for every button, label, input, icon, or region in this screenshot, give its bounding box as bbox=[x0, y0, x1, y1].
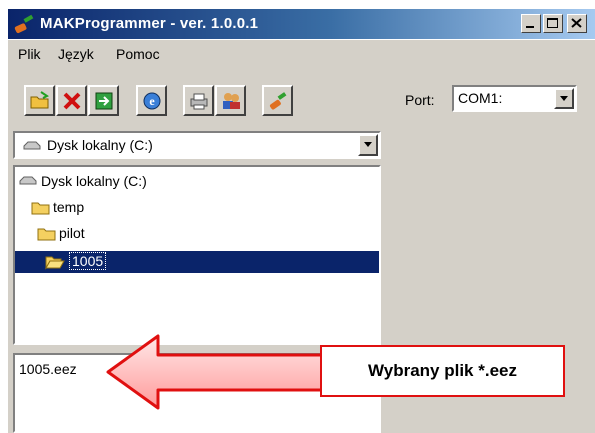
drive-icon bbox=[19, 176, 37, 185]
menu-pomoc[interactable]: Pomoc bbox=[116, 46, 160, 62]
open-folder-icon bbox=[30, 91, 49, 109]
port-value: COM1: bbox=[458, 90, 503, 106]
file-item[interactable]: 1005.eez bbox=[19, 361, 77, 377]
app-logo-icon bbox=[14, 14, 34, 34]
print-icon bbox=[190, 93, 208, 110]
folder-open-icon bbox=[45, 256, 65, 270]
title-bar[interactable]: MAKProgrammer - ver. 1.0.0.1 bbox=[8, 9, 595, 39]
tree-item-label: temp bbox=[53, 199, 85, 215]
annotation-text: Wybrany plik *.eez bbox=[368, 361, 517, 380]
ie-globe-icon: e bbox=[143, 92, 161, 110]
print-button[interactable] bbox=[183, 85, 214, 116]
menu-jezyk[interactable]: Język bbox=[58, 46, 94, 62]
tree-item-label: Dysk lokalny (C:) bbox=[41, 173, 147, 189]
port-select[interactable]: COM1: bbox=[452, 85, 577, 112]
tree-item-1005[interactable]: 1005 bbox=[15, 251, 379, 273]
drive-select[interactable]: Dysk lokalny (C:) bbox=[13, 131, 381, 159]
drive-value: Dysk lokalny (C:) bbox=[47, 137, 153, 153]
drive-dropdown-button[interactable] bbox=[358, 134, 378, 156]
svg-text:e: e bbox=[149, 94, 155, 108]
write-button[interactable] bbox=[262, 85, 293, 116]
folder-icon bbox=[37, 228, 56, 241]
drive-icon bbox=[23, 141, 41, 150]
chevron-down-icon bbox=[364, 142, 372, 147]
minimize-button[interactable] bbox=[521, 14, 541, 33]
chevron-down-icon bbox=[560, 96, 568, 101]
web-button[interactable]: e bbox=[136, 85, 167, 116]
window-title: MAKProgrammer - ver. 1.0.0.1 bbox=[40, 15, 259, 32]
write-icon bbox=[269, 92, 287, 110]
close-icon bbox=[571, 18, 582, 28]
annotation-callout: Wybrany plik *.eez bbox=[320, 345, 565, 397]
tree-item-label: 1005 bbox=[69, 252, 107, 270]
folder-icon bbox=[31, 202, 50, 215]
menu-bar: Plik Język Pomoc bbox=[8, 40, 595, 70]
minimize-icon bbox=[526, 26, 534, 28]
menu-plik[interactable]: Plik bbox=[18, 46, 41, 62]
tree-item-label: pilot bbox=[59, 225, 85, 241]
close-x-icon bbox=[63, 92, 81, 110]
port-dropdown-button[interactable] bbox=[554, 88, 574, 109]
exit-button[interactable] bbox=[88, 85, 119, 116]
users-button[interactable] bbox=[215, 85, 246, 116]
users-icon bbox=[223, 93, 240, 109]
annotation-arrow bbox=[106, 334, 324, 410]
maximize-button[interactable] bbox=[543, 14, 563, 33]
close-button[interactable] bbox=[567, 14, 587, 33]
toolbar: e Port: COM1: bbox=[8, 70, 595, 125]
app-window: MAKProgrammer - ver. 1.0.0.1 Plik Język … bbox=[0, 0, 595, 433]
exit-door-icon bbox=[95, 92, 113, 110]
port-label: Port: bbox=[405, 92, 435, 108]
close-file-button[interactable] bbox=[56, 85, 87, 116]
directory-tree[interactable]: Dysk lokalny (C:) temp pilot 1005 bbox=[13, 165, 381, 345]
maximize-icon bbox=[547, 18, 558, 28]
open-button[interactable] bbox=[24, 85, 55, 116]
